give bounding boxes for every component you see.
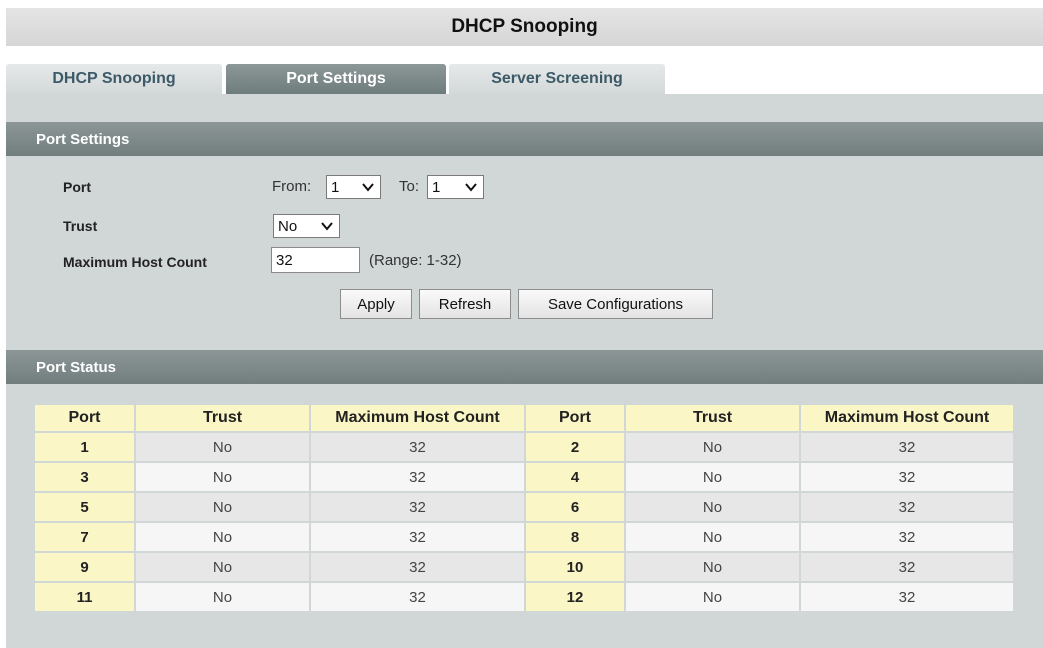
content-panel: Port Settings Port From: 1 To: 1 Trust N… [6,94,1043,648]
apply-button[interactable]: Apply [340,289,412,319]
tab-bar: DHCP Snooping Port Settings Server Scree… [6,64,665,94]
port-label: Port [63,179,91,195]
trust-cell: No [135,582,311,613]
table-row: 7 No 32 8 No 32 [35,522,1015,553]
port-cell: 1 [35,432,136,463]
trust-cell: No [135,432,311,463]
max-host-cell: 32 [800,462,1015,493]
table-row: 11 No 32 12 No 32 [35,582,1015,613]
table-row: 5 No 32 6 No 32 [35,492,1015,523]
chevron-down-icon [362,183,374,192]
from-label: From: [272,178,312,195]
port-status-table: Port Trust Maximum Host Count Port Trust… [35,405,1015,613]
max-host-cell: 32 [310,522,526,553]
column-header: Maximum Host Count [310,405,526,433]
port-cell: 11 [35,582,136,613]
column-header: Maximum Host Count [800,405,1015,433]
port-cell: 7 [35,522,136,553]
trust-cell: No [625,582,801,613]
port-settings-header: Port Settings [6,122,1043,156]
tab-server-screening[interactable]: Server Screening [449,64,665,94]
port-cell: 4 [525,462,626,493]
trust-cell: No [625,522,801,553]
save-configurations-button[interactable]: Save Configurations [518,289,713,319]
to-port-select[interactable]: 1 [427,175,484,199]
chevron-down-icon [321,222,333,231]
table-row: 3 No 32 4 No 32 [35,462,1015,493]
refresh-button[interactable]: Refresh [419,289,511,319]
max-host-count-input[interactable] [271,247,360,273]
max-host-cell: 32 [310,462,526,493]
max-host-cell: 32 [310,582,526,613]
trust-cell: No [625,462,801,493]
range-hint: (Range: 1-32) [369,252,462,269]
column-header: Trust [625,405,801,433]
trust-cell: No [625,492,801,523]
trust-cell: No [135,522,311,553]
port-cell: 5 [35,492,136,523]
max-host-cell: 32 [800,432,1015,463]
trust-cell: No [135,462,311,493]
trust-cell: No [625,552,801,583]
max-host-cell: 32 [800,552,1015,583]
table-row: 1 No 32 2 No 32 [35,432,1015,463]
trust-select[interactable]: No [273,214,340,238]
column-header: Port [525,405,626,433]
to-port-value: 1 [432,178,441,196]
tab-dhcp-snooping[interactable]: DHCP Snooping [6,64,222,94]
port-cell: 12 [525,582,626,613]
max-host-cell: 32 [800,522,1015,553]
tab-port-settings[interactable]: Port Settings [226,64,446,94]
from-port-value: 1 [331,178,340,196]
port-cell: 6 [525,492,626,523]
max-host-cell: 32 [310,492,526,523]
trust-cell: No [135,492,311,523]
max-host-cell: 32 [800,492,1015,523]
port-cell: 2 [525,432,626,463]
port-cell: 3 [35,462,136,493]
chevron-down-icon [465,183,477,192]
trust-cell: No [625,432,801,463]
port-cell: 10 [525,552,626,583]
column-header: Trust [135,405,311,433]
max-host-cell: 32 [310,432,526,463]
column-header: Port [35,405,136,433]
max-host-count-label: Maximum Host Count [63,254,207,270]
to-label: To: [399,178,420,195]
from-port-select[interactable]: 1 [326,175,381,199]
trust-label: Trust [63,218,98,234]
page-title: DHCP Snooping [6,8,1043,46]
port-cell: 9 [35,552,136,583]
trust-value: No [278,217,298,235]
table-row: 9 No 32 10 No 32 [35,552,1015,583]
trust-cell: No [135,552,311,583]
max-host-cell: 32 [800,582,1015,613]
port-cell: 8 [525,522,626,553]
port-status-header: Port Status [6,350,1043,384]
max-host-cell: 32 [310,552,526,583]
table-header-row: Port Trust Maximum Host Count Port Trust… [35,405,1015,433]
